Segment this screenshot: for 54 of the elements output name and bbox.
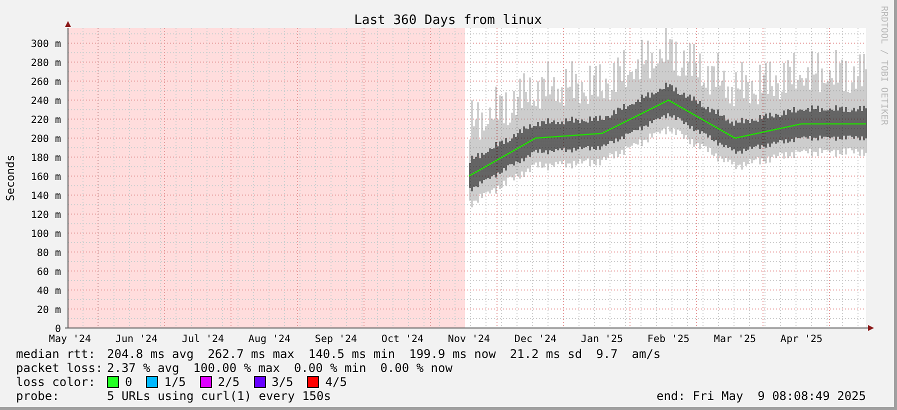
- x-tick-label: Jun '24: [115, 334, 158, 345]
- y-tick-label: 120 m: [30, 210, 61, 222]
- legend-value: 2.37 % avg: [107, 361, 180, 375]
- loss-color-label: 3/5: [272, 375, 294, 389]
- y-tick-label: 280 m: [30, 58, 61, 70]
- legend-value: 9.7: [596, 347, 618, 361]
- y-tick-label: 20 m: [36, 305, 61, 316]
- loss-color-label: 0: [125, 375, 132, 389]
- legend-label: median rtt:: [16, 347, 96, 361]
- legend-value: 204.8 ms avg: [107, 347, 194, 361]
- legend-value: am/s: [632, 347, 661, 361]
- probe-description: 5 URLs using curl(1) every 150s: [107, 389, 331, 403]
- legend-value: 0.00 % min: [294, 361, 366, 375]
- arrow-head-icon: [65, 21, 71, 27]
- y-tick-label: 200 m: [30, 134, 61, 146]
- y-axis-label: Seconds: [4, 154, 17, 202]
- y-tick-label: 60 m: [36, 267, 61, 278]
- y-tick-label: 300 m: [30, 39, 61, 50]
- x-tick-label: Feb '25: [647, 334, 690, 345]
- legend-value: 100.00 % max: [193, 361, 280, 375]
- y-tick-label: 240 m: [30, 96, 61, 108]
- y-tick-label: 220 m: [30, 115, 61, 126]
- x-tick-label: Nov '24: [448, 334, 490, 345]
- legend-value: 199.9 ms now: [409, 347, 496, 361]
- watermark-text: RRDTOOL / TOBI OETIKER: [878, 6, 889, 126]
- x-tick-label: May '24: [48, 334, 92, 345]
- x-tick-label: Mar '25: [714, 334, 756, 345]
- chart-title: Last 360 Days from linux: [354, 13, 542, 28]
- x-tick-label: Oct '24: [381, 334, 424, 345]
- x-tick-label: Aug '24: [248, 334, 291, 345]
- y-tick-label: 260 m: [30, 77, 61, 88]
- loss-color-label: 4/5: [325, 375, 347, 389]
- legend-label: loss color:: [16, 375, 96, 389]
- legend-label: packet loss:: [16, 361, 104, 375]
- loss-color-label: 1/5: [164, 375, 186, 389]
- loss-color-label: 2/5: [218, 375, 240, 389]
- legend-value: 0.00 % now: [380, 361, 452, 375]
- x-tick-label: Jul '24: [182, 334, 224, 345]
- x-tick-label: Sep '24: [314, 334, 358, 345]
- y-tick-label: 0: [54, 324, 61, 335]
- x-tick-label: Jan '25: [580, 334, 624, 345]
- y-tick-label: 180 m: [30, 153, 61, 164]
- legend-label: probe:: [16, 389, 60, 403]
- y-tick-label: 40 m: [36, 286, 61, 298]
- y-tick-label: 140 m: [30, 191, 61, 202]
- legend-value: 262.7 ms max: [208, 347, 294, 361]
- legend-value: 140.5 ms min: [308, 347, 396, 361]
- legend-value: 21.2 ms sd: [510, 347, 582, 361]
- x-tick-label: Dec '24: [514, 334, 557, 345]
- y-tick-label: 160 m: [30, 172, 61, 184]
- y-tick-label: 100 m: [30, 229, 61, 240]
- end-timestamp: end: Fri May 9 08:08:49 2025: [656, 389, 866, 403]
- x-tick-label: Apr '25: [780, 334, 823, 345]
- y-tick-label: 80 m: [36, 248, 61, 260]
